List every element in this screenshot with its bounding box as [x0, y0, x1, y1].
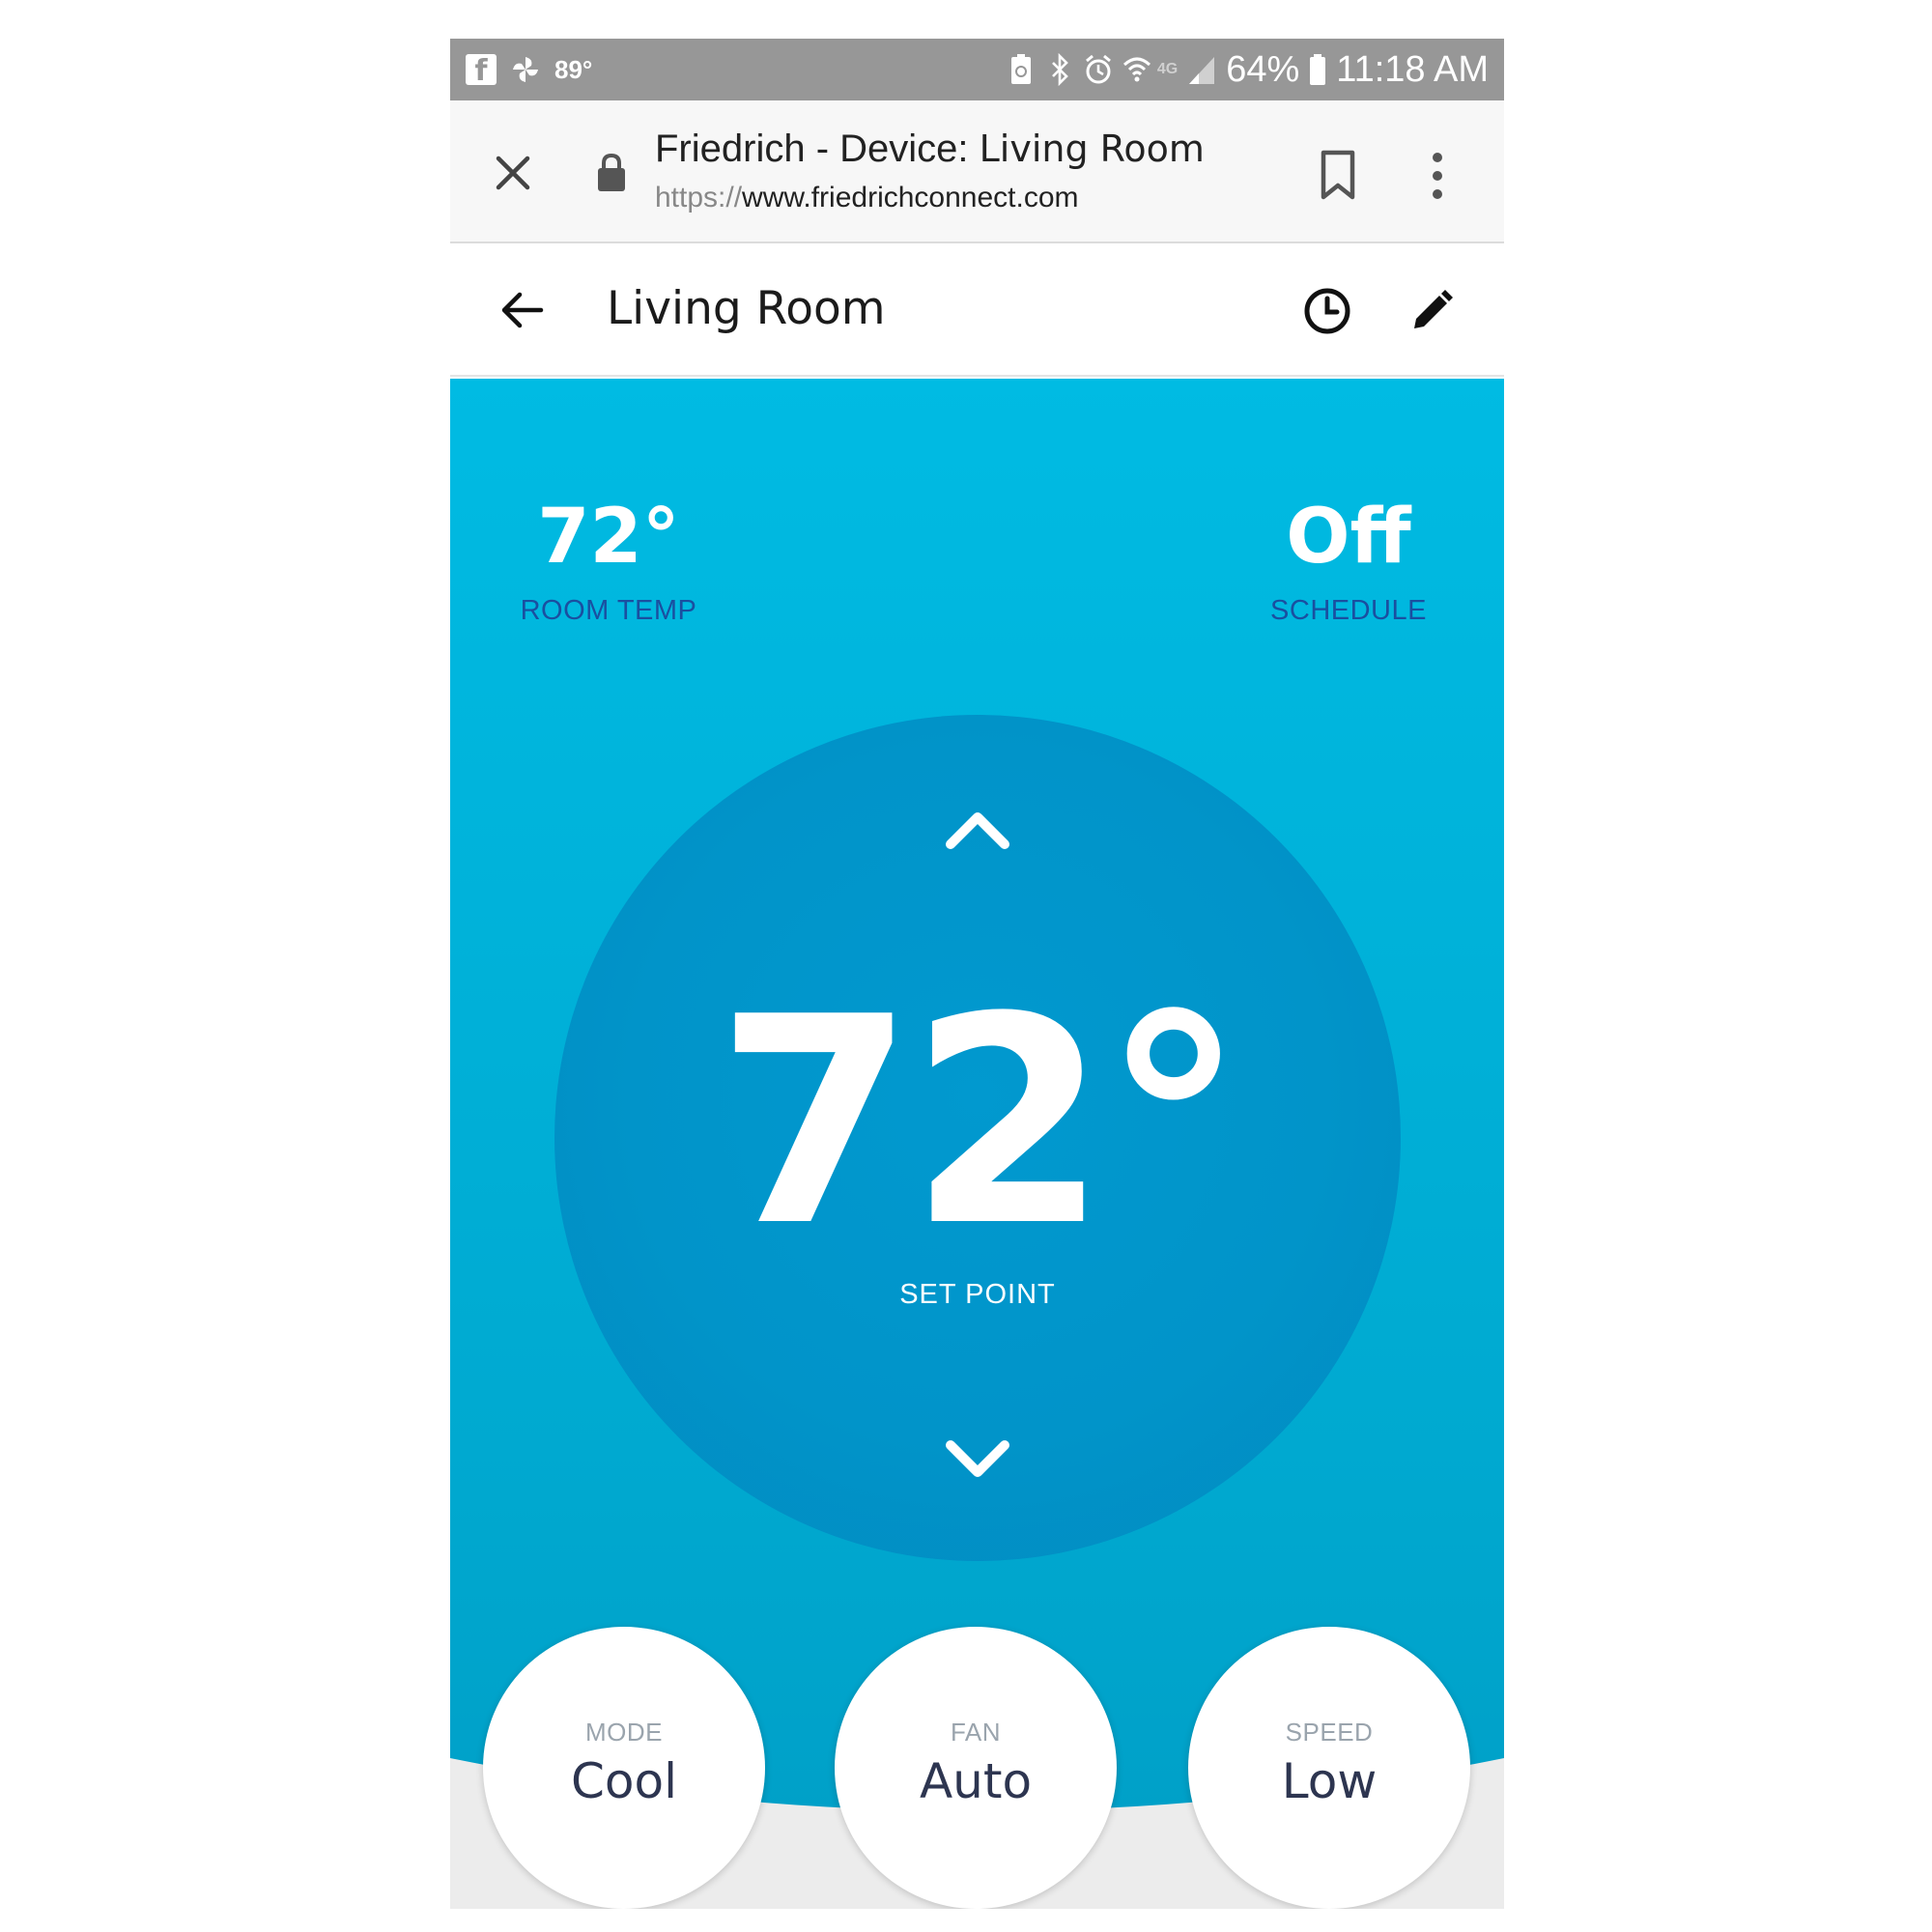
room-temp-value: 72° — [537, 494, 680, 581]
schedule-value: Off — [1286, 494, 1411, 581]
page-title: Living Room — [607, 282, 886, 335]
status-bar: f 89° 4G 64% 11:18 AM — [450, 39, 1504, 100]
back-arrow-icon[interactable] — [498, 286, 547, 334]
fan-button[interactable]: FAN Auto — [835, 1627, 1117, 1909]
facebook-icon: f — [466, 54, 497, 85]
clock-time: 11:18 AM — [1336, 48, 1489, 90]
schedule-label: SCHEDULE — [1270, 595, 1427, 626]
close-icon[interactable] — [487, 147, 539, 199]
url-scheme: https:// — [655, 182, 743, 213]
battery-icon — [1310, 54, 1326, 85]
bookmark-icon[interactable] — [1316, 149, 1360, 201]
browser-toolbar: Friedrich - Device: Living Room https://… — [450, 100, 1504, 243]
status-right: 4G 64% 11:18 AM — [1007, 49, 1489, 91]
url-host: www.friedrichconnect.com — [742, 182, 1079, 213]
schedule-stat[interactable]: Off SCHEDULE — [1267, 493, 1430, 627]
mode-button[interactable]: MODE Cool — [483, 1627, 765, 1909]
browser-page-title: Friedrich - Device: Living Room — [655, 128, 1205, 171]
setpoint-dial: 72° SET POINT — [554, 715, 1401, 1561]
app-header: Living Room — [450, 243, 1504, 377]
fan-label: FAN — [950, 1718, 1002, 1747]
bluetooth-icon — [1051, 53, 1068, 86]
battery-percent: 64% — [1226, 48, 1300, 90]
weather-temp: 89° — [554, 54, 593, 84]
alarm-icon — [1085, 54, 1111, 84]
room-temp-stat: 72° ROOM TEMP — [508, 493, 709, 627]
more-vert-icon[interactable] — [1428, 151, 1447, 201]
clock-icon[interactable] — [1302, 286, 1352, 336]
browser-title-device: Living Room — [979, 128, 1205, 170]
speed-value: Low — [1281, 1753, 1378, 1809]
status-left: f 89° — [466, 54, 592, 85]
speed-button[interactable]: SPEED Low — [1188, 1627, 1470, 1909]
chevron-down-icon[interactable] — [941, 1430, 1014, 1488]
edit-pencil-icon[interactable] — [1408, 288, 1455, 334]
chevron-up-icon[interactable] — [941, 802, 1014, 860]
browser-url[interactable]: https://www.friedrichconnect.com — [655, 182, 1079, 214]
mode-value: Cool — [571, 1753, 677, 1809]
setpoint-label: SET POINT — [899, 1279, 1056, 1310]
mode-label: MODE — [585, 1718, 663, 1747]
phone-screen: f 89° 4G 64% 11:18 AM Friedrich - Device… — [450, 39, 1504, 1909]
signal-icon — [1189, 57, 1215, 84]
lock-icon — [598, 153, 625, 191]
network-type: 4G — [1156, 61, 1179, 77]
pinwheel-icon — [513, 57, 538, 82]
setpoint-value: 72° — [716, 955, 1245, 1289]
wifi-icon — [1122, 57, 1151, 82]
room-temp-label: ROOM TEMP — [520, 595, 697, 626]
speed-label: SPEED — [1285, 1718, 1374, 1747]
browser-title-prefix: Friedrich - Device: — [655, 128, 980, 170]
fan-value: Auto — [919, 1753, 1033, 1809]
battery-saver-icon — [1010, 54, 1031, 84]
